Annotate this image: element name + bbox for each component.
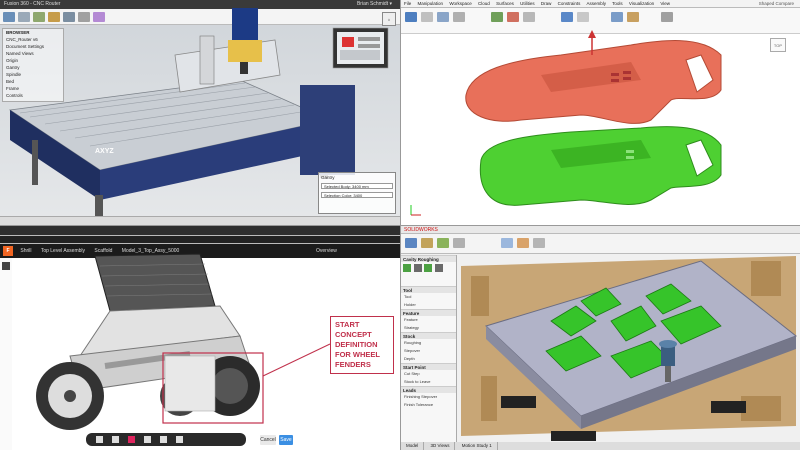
status-bar: [0, 216, 400, 225]
note-line: DEFINITION: [335, 340, 378, 349]
cnc-router-window: Fusion 360 - CNC Router Brian Schmidt ▾ …: [0, 0, 400, 225]
undo-icon[interactable]: [176, 436, 183, 443]
bottom-tabs: Model 3D Views Motion Study 1: [401, 442, 800, 450]
note-line: FENDERS: [335, 360, 371, 369]
save-button[interactable]: Save: [279, 435, 293, 445]
selected-body-field[interactable]: Selected Body: 3400 mm: [321, 183, 393, 189]
tab-3d-views[interactable]: 3D Views: [426, 442, 456, 450]
markup-viewer-window: F Shrill Top Level Assembly Scaffold Mod…: [0, 225, 400, 450]
machining-fixture-model: [461, 256, 798, 441]
cancel-button[interactable]: Cancel: [260, 435, 276, 445]
selection-panel: Gantry Selected Body: 3400 mm Selection …: [318, 172, 396, 214]
selection-color-field[interactable]: Selection Color: 3400: [321, 192, 393, 198]
shape-compare-window: File Manipulation Workspace Cloud Surfac…: [400, 0, 800, 225]
note-line: CONCEPT: [335, 330, 372, 339]
panel-title: Gantry: [321, 175, 335, 180]
pen-tool-icon[interactable]: [96, 436, 103, 443]
note-line: START: [335, 320, 360, 329]
note-line: FOR WHEEL: [335, 350, 380, 359]
tab-motion-study[interactable]: Motion Study 1: [457, 442, 498, 450]
markup-toolbar: [86, 433, 246, 446]
mold-compare-model: [410, 30, 722, 216]
color-tool-icon[interactable]: [128, 436, 135, 443]
tab-model[interactable]: Model: [401, 442, 425, 450]
arrow-tool-icon[interactable]: [160, 436, 167, 443]
text-tool-icon[interactable]: [144, 436, 151, 443]
markup-note[interactable]: START CONCEPT DEFINITION FOR WHEEL FENDE…: [330, 316, 394, 374]
shape-tool-icon[interactable]: [112, 436, 119, 443]
machine-brand-label: AXYZ: [95, 148, 114, 155]
solidworks-window: SOLIDWORKS Cavity Roughing Tool Tool Hol…: [400, 225, 800, 450]
